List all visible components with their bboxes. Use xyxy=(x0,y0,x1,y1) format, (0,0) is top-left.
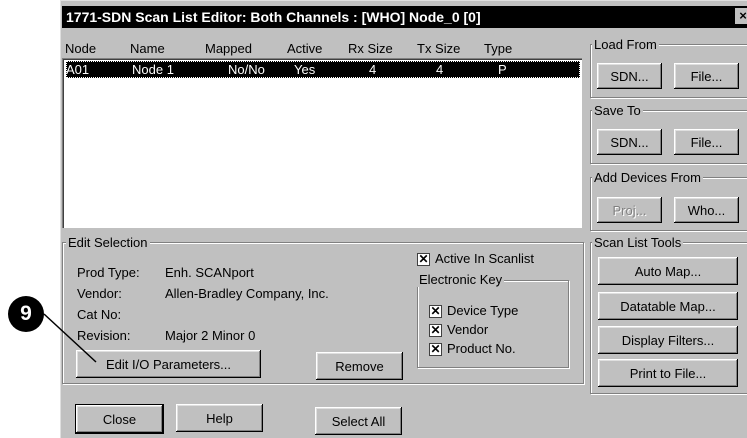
callout-leader-line xyxy=(43,313,97,363)
callout-badge: 9 xyxy=(8,296,44,332)
